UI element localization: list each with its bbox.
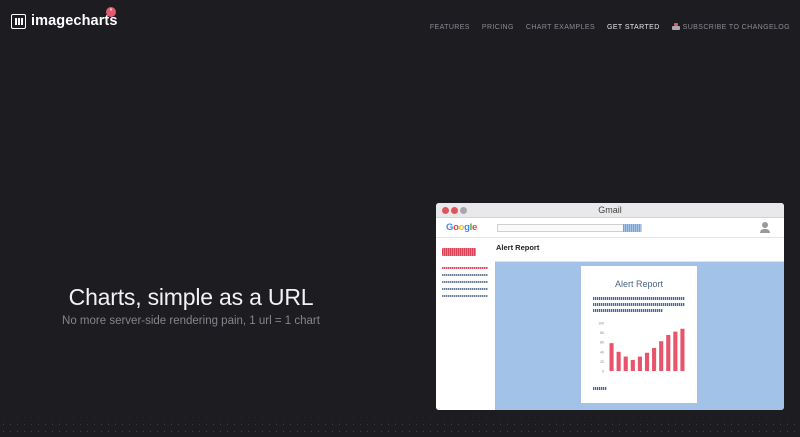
chart-bar [644,352,650,371]
sidebar-line [442,288,488,290]
logo-badge: * [106,7,116,17]
chart-bar [673,331,678,371]
report-text-line [593,309,663,312]
y-tick-label: 40 [600,350,604,354]
report-bar-chart: 100 80 60 40 20 0 [598,322,685,374]
logo[interactable]: imagecharts * [11,7,118,29]
nav-subscribe-label: SUBSCRIBE TO CHANGELOG [682,24,790,31]
mail-subject-bar: Alert Report [495,238,784,262]
sidebar-line [442,295,488,297]
chart-bar [609,343,614,371]
chart-bar [652,347,657,371]
sidebar-line [442,267,488,269]
mail-sidebar [436,238,495,410]
y-tick-label: 80 [600,331,604,335]
user-icon [760,222,770,233]
y-tick-label: 0 [602,370,604,374]
chart-bar [637,356,642,371]
nav-get-started[interactable]: GET STARTED [607,24,660,31]
hero-subtitle: No more server-side rendering pain, 1 ur… [62,315,320,327]
nav-chart-examples[interactable]: CHART EXAMPLES [526,24,595,31]
inbox-icon [671,23,680,30]
sidebar-line [442,281,488,283]
nav-subscribe-changelog[interactable]: SUBSCRIBE TO CHANGELOG [671,23,790,31]
chart-bar [630,359,635,371]
compose-button [442,248,476,256]
brand-name: imagecharts [31,13,118,29]
chart-bar [659,341,664,371]
chart-bar [680,328,685,371]
chart-bar [666,335,671,371]
chart-bar [623,356,628,371]
nav-pricing[interactable]: PRICING [482,24,514,31]
window-title: Gmail [598,205,622,215]
mail-subject: Alert Report [496,243,540,252]
logo-icon [11,13,26,29]
chart-bar [616,351,621,371]
google-logo: Google [446,222,477,233]
y-tick-label: 20 [600,360,604,364]
dotted-wave-decoration [0,407,800,437]
y-tick-label: 60 [600,341,604,345]
nav-features[interactable]: FEATURES [430,24,470,31]
mail-search-button [623,224,641,232]
email-preview-window: Gmail Google Alert Report Alert Report 1… [436,203,784,410]
mail-search-input [497,224,642,232]
mail-search-bar: Google [436,218,784,238]
report-text-line [593,297,685,300]
top-nav: FEATURES PRICING CHART EXAMPLES GET STAR… [418,23,790,31]
y-tick-label: 100 [598,322,604,326]
window-titlebar: Gmail [436,203,784,218]
sidebar-line [442,274,488,276]
report-footer-line [593,387,607,390]
report-card: Alert Report 100 80 60 40 20 0 [581,266,697,403]
mail-body: Alert Report 100 80 60 40 20 0 [495,262,784,410]
hero-title: Charts, simple as a URL [68,284,314,310]
report-title: Alert Report [614,279,664,289]
google-logo-letter: e [471,222,477,233]
report-text-line [593,303,685,306]
